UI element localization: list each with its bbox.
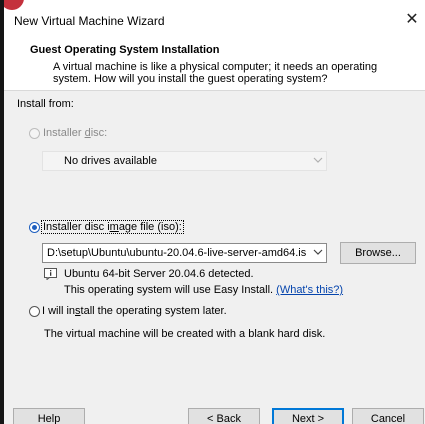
installer-iso-label[interactable]: Installer disc image file (iso): [41, 220, 184, 234]
disc-drive-value: No drives available [64, 155, 157, 167]
info-icon [44, 268, 57, 280]
install-from-label: Install from: [17, 98, 74, 110]
whats-this-link[interactable]: (What's this?) [276, 284, 343, 296]
back-button[interactable]: < Back [188, 408, 260, 424]
install-later-label[interactable]: I will install the operating system late… [42, 305, 227, 317]
help-button[interactable]: Help [13, 408, 85, 424]
page-title: Guest Operating System Installation [30, 44, 220, 56]
browse-button[interactable]: Browse... [340, 242, 416, 264]
page-description: A virtual machine is like a physical com… [53, 61, 378, 85]
disc-drive-select[interactable]: No drives available [42, 151, 327, 171]
title-bar: New Virtual Machine Wizard ✕ [4, 0, 425, 42]
wizard-window: New Virtual Machine Wizard ✕ Guest Opera… [4, 0, 425, 424]
installer-disc-radio[interactable] [29, 128, 40, 139]
close-icon[interactable]: ✕ [403, 10, 421, 30]
easy-install-text: This operating system will use Easy Inst… [64, 284, 344, 296]
app-corner-decoration [4, 0, 24, 10]
chevron-down-icon[interactable] [313, 248, 323, 256]
installer-iso-radio[interactable] [29, 222, 40, 233]
iso-path-value: D:\setup\Ubuntu\ubuntu-20.04.6-live-serv… [47, 247, 306, 259]
install-later-description: The virtual machine will be created with… [44, 328, 326, 340]
iso-path-combobox[interactable]: D:\setup\Ubuntu\ubuntu-20.04.6-live-serv… [42, 243, 327, 263]
install-later-radio[interactable] [29, 306, 40, 317]
window-title: New Virtual Machine Wizard [14, 14, 165, 28]
wizard-header: Guest Operating System Installation A vi… [4, 42, 425, 91]
installer-disc-label[interactable]: Installer disc: [43, 127, 107, 139]
cancel-button[interactable]: Cancel [352, 408, 424, 424]
next-button[interactable]: Next > [272, 408, 344, 424]
chevron-down-icon [313, 157, 323, 163]
os-detected-text: Ubuntu 64-bit Server 20.04.6 detected. [64, 268, 254, 280]
